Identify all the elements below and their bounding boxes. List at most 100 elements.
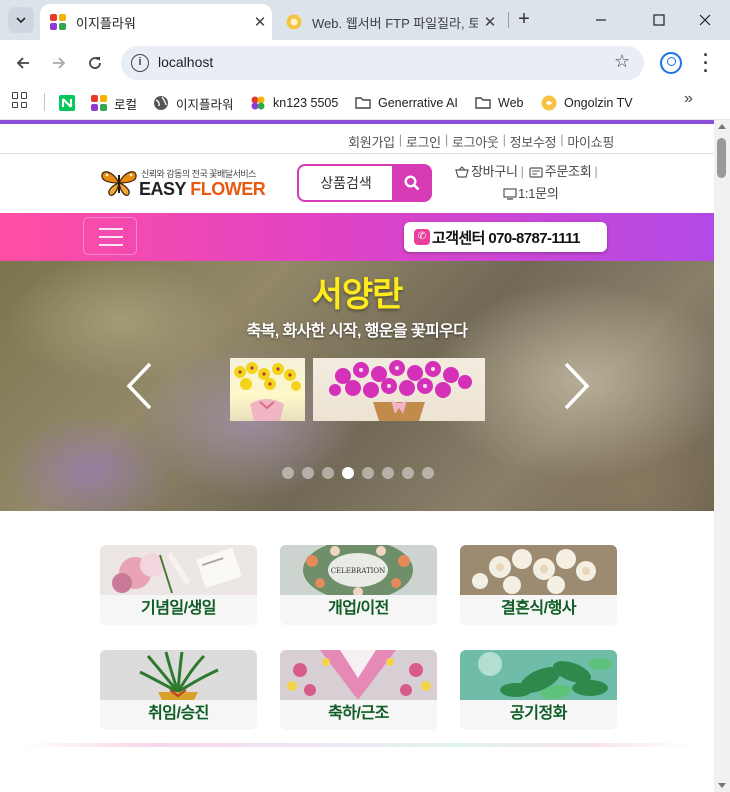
bookmark-kn123[interactable]: kn123 5505 (250, 92, 338, 114)
category-photo (460, 650, 617, 700)
close-tab-button[interactable]: ✕ (478, 13, 502, 31)
category-wedding[interactable]: 결혼식/행사 (460, 545, 617, 625)
customer-center-button[interactable]: ✆ 고객센터 070-8787-1111 (404, 222, 607, 252)
url-text[interactable]: localhost (158, 54, 213, 70)
bookmark-web[interactable]: Web (475, 92, 523, 114)
prev-slide-arrow-icon[interactable] (124, 361, 154, 411)
slider-dot[interactable] (342, 467, 354, 479)
close-icon (699, 14, 711, 26)
yellow-orchid-illustration (234, 362, 301, 421)
page-scrollbar[interactable] (714, 120, 730, 792)
folder-icon (355, 97, 371, 109)
back-button[interactable] (9, 49, 37, 77)
close-tab-button[interactable]: ✕ (248, 13, 272, 31)
customer-center-text: 고객센터 070-8787-1111 (432, 229, 580, 247)
new-tab-button[interactable]: + (512, 8, 536, 32)
apps-icon[interactable] (12, 92, 28, 108)
category-congrats-condolence[interactable]: 축하/근조 (280, 650, 437, 730)
category-photo (100, 650, 257, 700)
category-label: 축하/근조 (328, 705, 389, 722)
tab-title: Web. 웹서버 FTP 파일질라, 토 (312, 15, 478, 31)
category-photo (100, 545, 257, 595)
hero-product-image-yellow-orchid[interactable] (230, 358, 305, 421)
bookmark-easyflower[interactable]: 이지플라워 (153, 92, 234, 114)
category-label: 개업/이전 (328, 600, 389, 617)
scrollbar-thumb[interactable] (717, 138, 726, 178)
product-search-input[interactable]: 상품검색 (297, 164, 393, 202)
menu-hamburger-button[interactable] (83, 217, 137, 255)
tab-web-ftp[interactable]: Web. 웹서버 FTP 파일질라, 토 ✕ (276, 4, 502, 40)
search-button[interactable] (392, 164, 432, 202)
bookmark-label: 이지플라워 (176, 97, 234, 112)
logout-link[interactable]: 로그아웃 (452, 132, 499, 151)
next-slide-arrow-icon[interactable] (562, 361, 592, 411)
address-bar[interactable]: i localhost ☆ (121, 46, 644, 80)
site-logo[interactable]: 신뢰와 감동의 전국 꽃배달서비스 EASY FLOWER (101, 165, 269, 201)
divider: | (520, 164, 524, 179)
scroll-down-arrow-icon[interactable] (718, 783, 726, 788)
bookmark-generrative-ai[interactable]: Generrative AI (355, 92, 458, 114)
slider-dot[interactable] (382, 467, 394, 479)
minimize-icon (596, 19, 606, 21)
reload-button[interactable] (81, 49, 109, 77)
divider: | (560, 132, 564, 147)
category-photo (280, 650, 437, 700)
signup-link[interactable]: 회원가입 (348, 132, 395, 151)
category-label: 공기정화 (510, 705, 567, 722)
tab-easyflower[interactable]: 이지플라워 ✕ (40, 4, 272, 40)
maximize-icon (653, 14, 665, 26)
divider: | (398, 132, 402, 147)
forward-arrow-icon (53, 57, 66, 69)
forward-button[interactable] (45, 49, 73, 77)
more-bookmarks-button[interactable]: » (684, 90, 693, 108)
logo-wordmark: EASY FLOWER (139, 179, 266, 200)
browser-toolbar: i localhost ☆ · · · (0, 40, 730, 86)
reload-icon (89, 57, 101, 69)
slider-dot[interactable] (282, 467, 294, 479)
bookmark-star-icon[interactable]: ☆ (614, 51, 630, 72)
login-link[interactable]: 로그인 (406, 132, 441, 151)
tab-strip: 이지플라워 ✕ Web. 웹서버 FTP 파일질라, 토 ✕ + (0, 0, 730, 40)
category-promotion[interactable]: 취임/승진 (100, 650, 257, 730)
bookmark-ongolzin[interactable]: Ongolzin TV (541, 92, 633, 114)
order-lookup-link[interactable]: 주문조회 (545, 161, 592, 183)
divider: | (594, 164, 598, 179)
category-air-purifying[interactable]: 공기정화 (460, 650, 617, 730)
close-window-button[interactable] (690, 6, 720, 34)
receipt-icon (529, 166, 543, 178)
hero-product-image-pink-orchid[interactable] (313, 358, 485, 421)
bookmark-naver[interactable] (59, 92, 82, 114)
category-opening[interactable]: CELEBRATION 개업/이전 (280, 545, 437, 625)
bookmark-label: Web (498, 96, 524, 110)
category-label: 기념일/생일 (140, 600, 217, 617)
scroll-up-arrow-icon[interactable] (718, 124, 726, 129)
my-shopping-link[interactable]: 마이쇼핑 (567, 132, 614, 151)
logo-flower: FLOWER (190, 179, 266, 199)
edit-info-link[interactable]: 정보수정 (510, 132, 557, 151)
tab-search-button[interactable] (8, 7, 34, 33)
site-header: 신뢰와 감동의 전국 꽃배달서비스 EASY FLOWER 상품검색 장바구니 |… (0, 155, 714, 213)
slider-dot[interactable] (302, 467, 314, 479)
maximize-button[interactable] (644, 6, 674, 34)
utility-links: 장바구니 | 주문조회 | 1:1문의 (455, 161, 615, 205)
inquiry-link[interactable]: 1:1문의 (518, 183, 559, 205)
slider-dot[interactable] (362, 467, 374, 479)
slider-dot[interactable] (322, 467, 334, 479)
category-anniversary[interactable]: 기념일/생일 (100, 545, 257, 625)
flower-favicon (251, 96, 265, 110)
minimize-button[interactable] (586, 6, 616, 34)
profile-icon[interactable] (660, 52, 682, 74)
slider-dot[interactable] (422, 467, 434, 479)
divider: | (502, 132, 506, 147)
cart-link[interactable]: 장바구니 (471, 161, 518, 183)
menu-kebab-icon[interactable]: · · · (698, 46, 714, 80)
bookmark-label: kn123 5505 (273, 96, 339, 110)
site-info-icon[interactable]: i (131, 54, 149, 72)
category-photo (460, 545, 617, 595)
bookmark-local[interactable]: 로컬 (91, 92, 137, 114)
svg-text:CELEBRATION: CELEBRATION (331, 567, 386, 575)
basket-icon (455, 166, 469, 178)
slider-dot[interactable] (402, 467, 414, 479)
bookmark-label: Generrative AI (378, 96, 458, 110)
search-icon (404, 175, 420, 191)
